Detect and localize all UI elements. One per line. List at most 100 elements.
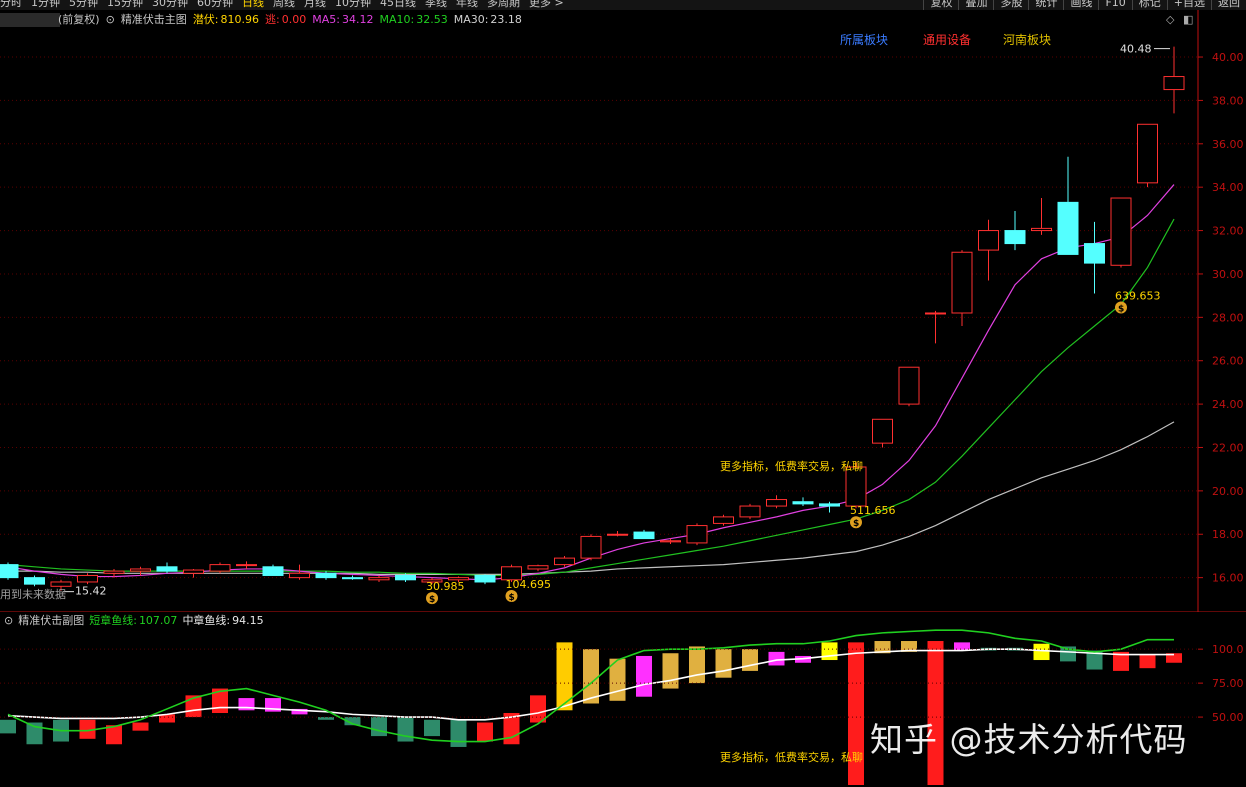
sector-tag-1[interactable]: 所属板块 [840,31,888,48]
price-tick-label: 40.00 [1212,51,1244,64]
candle-body [156,566,178,572]
money-bag-symbol: $ [429,595,435,605]
candle-body [1031,227,1052,232]
money-marker-value: 511.656 [850,504,896,517]
price-tick-label: 28.00 [1212,311,1244,324]
money-markers: 40.4815.42$30.985$104.695$511.656$639.65… [63,43,1170,605]
candle [872,418,893,448]
main-price-chart[interactable]: 40.00 38.00 36.00 34.00 32.00 30.00 28.00 26.00… [0,0,1246,612]
sector-tag-2[interactable]: 通用设备 [923,31,971,48]
candle-body [103,570,125,574]
candle [1137,123,1158,188]
candlesticks [0,46,1185,591]
candle [236,561,257,569]
sub-bar [715,649,732,678]
sub-tick-label: 100.0 [1212,643,1244,656]
candle-body [262,566,284,576]
sub-bar [768,651,785,666]
candle [368,575,390,582]
candle [1057,156,1079,255]
candle-body [739,505,761,518]
candle-body [130,568,151,572]
candle [527,564,549,572]
money-bag-marker: $639.653 [1115,289,1161,314]
candle [183,568,204,578]
sub-bar [1033,643,1050,661]
sub-bar [1139,654,1156,669]
candle-body [289,572,310,579]
candle-body [1004,230,1026,245]
ma10-line [7,218,1175,577]
candle [262,564,284,576]
price-tick-label: 24.00 [1212,398,1244,411]
candle-body [554,557,575,566]
price-tick-label: 18.00 [1212,528,1244,541]
candle [342,575,363,580]
ma5-line [7,184,1175,581]
sub-tick-label: 50.00 [1212,711,1244,724]
candle-body [660,540,681,543]
price-tick-label: 30.00 [1212,268,1244,281]
money-marker-value: 30.985 [426,580,465,593]
price-tick-label: 34.00 [1212,181,1244,194]
sub-bar [821,642,838,661]
candle-body [527,565,549,570]
ad-text-sub: 更多指标，低费率交易，私聊 [720,751,863,764]
sub-bar [583,649,599,704]
candle-body [872,418,893,444]
watermark: 知乎 @技术分析代码 [870,720,1188,759]
sub-bar [742,649,758,671]
candle [792,497,814,507]
money-bag-symbol: $ [1118,304,1124,314]
sub-bar [450,719,467,747]
sub-bar [132,722,149,731]
price-tick-label: 38.00 [1212,94,1244,107]
ad-text-main: 更多指标，低费率交易，私聊 [720,460,863,473]
candle-body [633,531,655,540]
money-bag-marker: $511.656 [850,504,896,529]
candle [766,495,787,509]
candle-body [342,577,363,580]
sub-bar [0,719,16,734]
money-bag-symbol: $ [509,593,515,603]
price-tick-label: 26.00 [1212,355,1244,368]
candle [24,575,45,587]
low-price-label: 15.42 [75,585,107,598]
sub-bar [689,646,705,684]
candle [580,534,602,561]
candle [951,250,973,327]
sub-bar [636,655,652,697]
future-data-note: 用到未来数据 [0,588,66,601]
money-bag-marker: $30.985 [426,580,465,605]
money-marker-value: 639.653 [1115,289,1161,302]
sector-tags: 所属板块 通用设备 河南板块 [840,31,1051,48]
candle-body [898,366,920,405]
candle [474,574,496,585]
candle-body [580,535,602,559]
candle-body [925,312,946,315]
moving-averages [7,184,1175,581]
candle-body [713,516,734,524]
candle [978,219,999,281]
candle [713,514,734,526]
candle-body [395,574,416,581]
candle-body [1084,243,1105,264]
price-tick-label: 32.00 [1212,225,1244,238]
candle-body [183,569,204,574]
price-tick-label: 16.00 [1212,572,1244,585]
candle-body [686,525,708,544]
candle-body [368,577,390,581]
grid [0,10,1246,612]
candle [77,573,98,585]
candle [739,503,761,520]
candle [898,366,920,407]
candle [1004,211,1026,251]
price-tick-label: 22.00 [1212,441,1244,454]
sub-bar [530,695,546,723]
candle [1031,198,1052,235]
candle [686,523,708,546]
candle-body [0,564,19,579]
candle-body [978,230,999,251]
sector-tag-3[interactable]: 河南板块 [1003,31,1051,48]
candle-body [315,572,337,579]
